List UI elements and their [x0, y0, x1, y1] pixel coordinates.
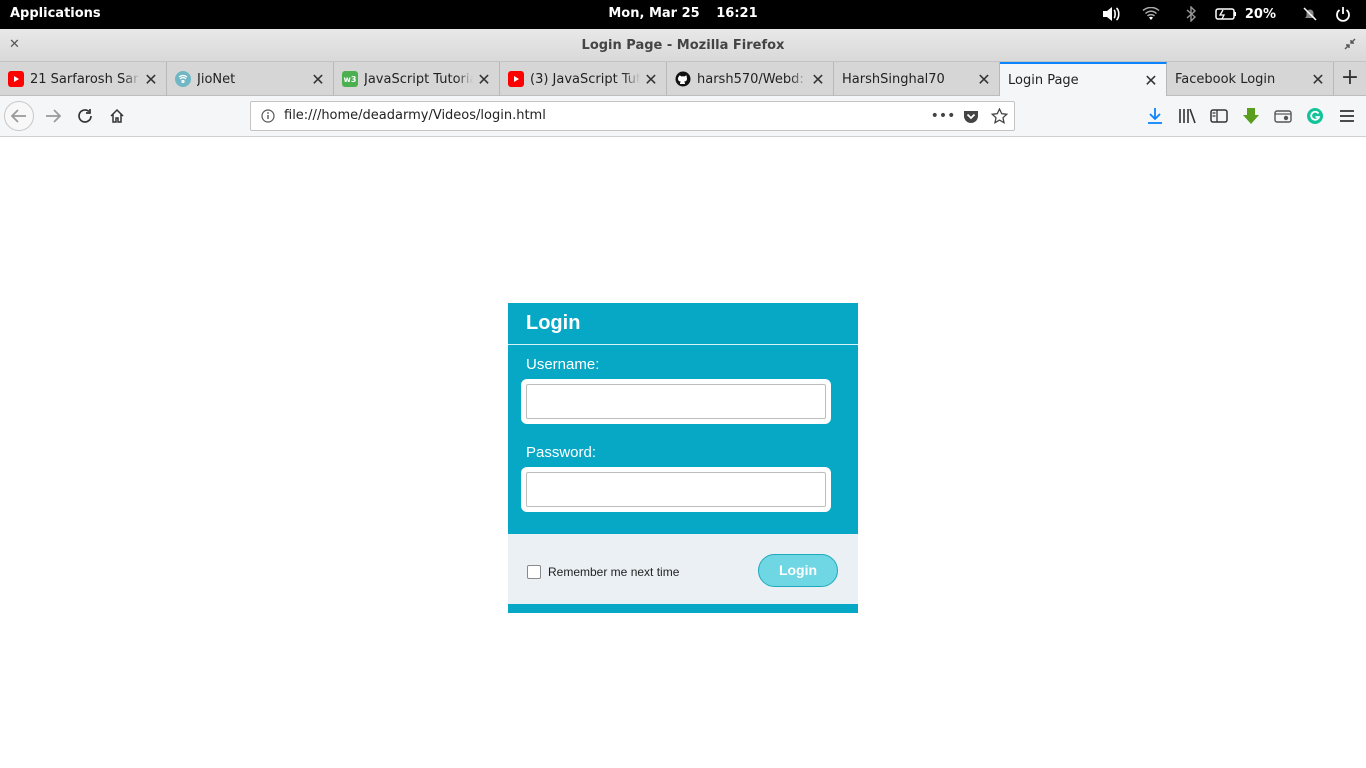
tab-close-icon[interactable]: ✕: [1140, 71, 1162, 90]
password-field-wrapper: [521, 467, 831, 512]
tab[interactable]: (3) JavaScript Tutorial ✕: [500, 62, 667, 96]
url-actions: •••: [931, 106, 1008, 126]
tab[interactable]: w3 JavaScript Tutorial ✕: [334, 62, 500, 96]
username-field-wrapper: [521, 379, 831, 424]
back-arrow-icon[interactable]: [4, 101, 34, 131]
tab-close-icon[interactable]: ✕: [807, 70, 829, 89]
container-tabs-icon[interactable]: [1272, 105, 1294, 127]
tab[interactable]: 21 Sarfarosh Saragarhi ✕: [0, 62, 167, 96]
forward-arrow-icon[interactable]: [38, 101, 68, 131]
login-panel: Login Username: Password: Remember me ne…: [508, 303, 858, 613]
tab-label: (3) JavaScript Tutorial: [530, 71, 640, 87]
tab-close-icon[interactable]: ✕: [973, 70, 995, 89]
page-content: Login Username: Password: Remember me ne…: [0, 137, 1366, 768]
pocket-icon[interactable]: [962, 106, 980, 126]
tab-label: JavaScript Tutorial: [364, 71, 473, 87]
tab-active[interactable]: Login Page ✕: [1000, 62, 1167, 96]
youtube-icon: [8, 71, 24, 87]
tab-label: Login Page: [1008, 72, 1079, 88]
toolbar-right: [1144, 105, 1358, 127]
password-label: Password:: [526, 444, 597, 461]
new-tab-icon[interactable]: +: [1334, 62, 1366, 96]
wifi-icon[interactable]: [1131, 4, 1171, 24]
tab-close-icon[interactable]: ✕: [307, 70, 329, 89]
tab-close-icon[interactable]: ✕: [640, 70, 662, 89]
sidebar-icon[interactable]: [1208, 105, 1230, 127]
remember-checkbox[interactable]: [527, 565, 541, 579]
login-title: Login: [508, 303, 858, 345]
login-footer: Remember me next time Login: [508, 534, 858, 604]
home-icon[interactable]: [102, 101, 132, 131]
remember-me[interactable]: Remember me next time: [527, 565, 679, 579]
time-label: 16:21: [716, 6, 758, 21]
date-label: Mon, Mar 25: [608, 6, 700, 21]
tab-label: Facebook Login: [1175, 71, 1276, 87]
battery-percent: 20%: [1244, 6, 1276, 22]
volume-icon[interactable]: [1091, 4, 1131, 24]
remember-label: Remember me next time: [548, 565, 680, 579]
bookmark-star-icon[interactable]: [990, 106, 1008, 126]
youtube-icon: [508, 71, 524, 87]
tab[interactable]: HarshSinghal70 ✕: [834, 62, 1000, 96]
github-icon: [675, 71, 691, 87]
password-input[interactable]: [526, 472, 826, 507]
window-title: Login Page - Mozilla Firefox: [581, 38, 785, 53]
window-titlebar: ✕ Login Page - Mozilla Firefox: [0, 29, 1366, 62]
tab[interactable]: harsh570/Webd: Basic ✕: [667, 62, 834, 96]
hamburger-menu-icon[interactable]: [1336, 105, 1358, 127]
username-input[interactable]: [526, 384, 826, 419]
info-icon[interactable]: [261, 108, 275, 127]
bluetooth-icon[interactable]: [1171, 4, 1211, 24]
login-button[interactable]: Login: [758, 554, 838, 587]
grammarly-icon[interactable]: [1304, 105, 1326, 127]
tab-label: harsh570/Webd: Basic: [697, 71, 807, 87]
username-label: Username:: [526, 356, 600, 373]
reload-icon[interactable]: [70, 101, 100, 131]
tab[interactable]: Facebook Login ✕: [1167, 62, 1334, 96]
library-icon[interactable]: [1176, 105, 1198, 127]
window-restore-icon[interactable]: [1344, 38, 1356, 54]
tab-strip: 21 Sarfarosh Saragarhi ✕ JioNet ✕ w3 Jav…: [0, 62, 1366, 96]
w3schools-icon: w3: [342, 71, 358, 87]
notifications-off-icon[interactable]: [1290, 4, 1330, 24]
jionet-icon: [175, 71, 191, 87]
tab-label: 21 Sarfarosh Saragarhi: [30, 71, 140, 87]
more-actions-icon[interactable]: •••: [931, 106, 956, 126]
nav-toolbar: file:///home/deadarmy/Videos/login.html …: [0, 96, 1366, 137]
tab-label: JioNet: [197, 71, 236, 87]
download-icon[interactable]: [1144, 105, 1166, 127]
tab-close-icon[interactable]: ✕: [473, 70, 495, 89]
power-icon[interactable]: [1330, 4, 1356, 24]
tab-close-icon[interactable]: ✕: [1307, 70, 1329, 89]
tab-label: HarshSinghal70: [842, 71, 945, 87]
system-panel: Applications Mon, Mar 25 16:21 20%: [0, 0, 1366, 29]
url-bar[interactable]: file:///home/deadarmy/Videos/login.html …: [250, 101, 1015, 131]
download-helper-icon[interactable]: [1240, 105, 1262, 127]
system-tray: 20%: [1091, 4, 1356, 24]
tab[interactable]: JioNet ✕: [167, 62, 334, 96]
tab-close-icon[interactable]: ✕: [140, 70, 162, 89]
battery-icon[interactable]: [1211, 4, 1241, 24]
url-text[interactable]: file:///home/deadarmy/Videos/login.html: [284, 108, 546, 123]
